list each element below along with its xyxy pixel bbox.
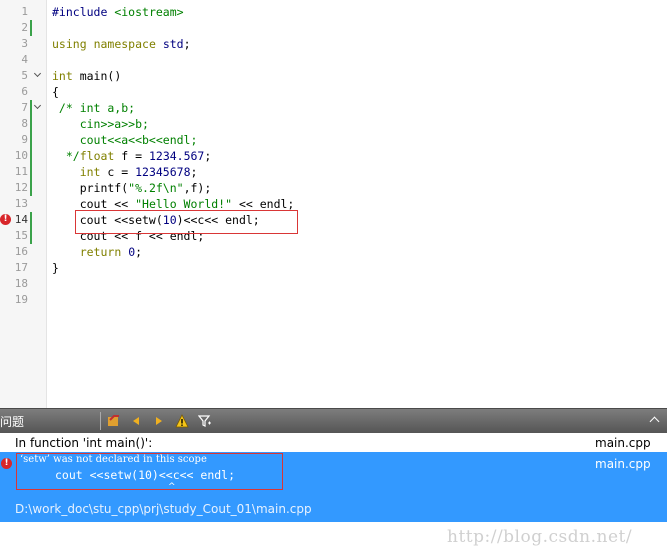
- issue-file-path: D:\work_doc\stu_cpp\prj\study_Cout_01\ma…: [15, 502, 312, 516]
- line-number: 13: [14, 197, 28, 210]
- line-number: 14: [14, 213, 28, 226]
- fold-chevron-icon[interactable]: [34, 104, 41, 111]
- change-marker: [30, 212, 32, 228]
- code-text: using namespace std;: [52, 37, 191, 51]
- code-text: printf("%.2f\n",f);: [52, 181, 212, 195]
- issues-toolbar: 问题: [0, 408, 667, 433]
- line-number: 11: [14, 165, 28, 178]
- code-line: 7 /* int a,b;: [0, 100, 667, 116]
- code-text: int c = 12345678;: [79, 165, 198, 179]
- code-line: 17 }: [0, 260, 667, 276]
- code-text: int main(): [52, 69, 122, 83]
- issue-context-text: In function 'int main()':: [15, 436, 153, 450]
- change-marker: [30, 116, 32, 132]
- line-number: 7: [21, 101, 28, 114]
- line-number: 12: [14, 181, 28, 194]
- line-number: 8: [21, 117, 28, 130]
- issue-path-row[interactable]: D:\work_doc\stu_cpp\prj\study_Cout_01\ma…: [0, 494, 667, 522]
- error-highlight-box: [75, 210, 298, 234]
- line-number: 18: [14, 277, 28, 290]
- line-number: 3: [21, 37, 28, 50]
- code-line: 18: [0, 276, 667, 292]
- issue-context-row[interactable]: In function 'int main()': main.cpp: [0, 434, 667, 452]
- code-text: #include <iostream>: [52, 5, 184, 19]
- code-text: cout<<a<<b<<endl;: [52, 133, 198, 147]
- change-marker: [30, 148, 32, 164]
- change-marker: [30, 228, 32, 244]
- change-marker: [30, 20, 32, 36]
- line-number: 19: [14, 293, 28, 306]
- code-text: /* int a,b;: [52, 101, 136, 115]
- line-number: 15: [14, 229, 28, 242]
- code-text: */float f = 1234.567;: [65, 149, 212, 163]
- line-number: 16: [14, 245, 28, 258]
- line-number: 2: [21, 21, 28, 34]
- code-line: 4: [0, 52, 667, 68]
- line-number: 10: [14, 149, 28, 162]
- code-editor[interactable]: 1 #include <iostream> 2 3 using namespac…: [0, 0, 667, 408]
- issue-file-name: main.cpp: [595, 436, 651, 450]
- next-arrow-icon[interactable]: [151, 413, 167, 429]
- panel-title: 问题: [0, 415, 25, 429]
- change-marker: [30, 132, 32, 148]
- code-line: 9 cout<<a<<b<<endl;: [0, 132, 667, 148]
- code-text: {: [52, 85, 59, 99]
- filter-icon[interactable]: [197, 413, 213, 429]
- fold-chevron-icon[interactable]: [34, 72, 41, 79]
- code-line: 16 return 0;: [0, 244, 667, 260]
- watermark: http://blog.csdn.net/: [447, 527, 633, 547]
- toolbar-separator: [100, 412, 101, 430]
- code-line: 10 */float f = 1234.567;: [0, 148, 667, 164]
- line-number: 6: [21, 85, 28, 98]
- change-marker: [30, 100, 32, 116]
- issue-file-name: main.cpp: [595, 457, 651, 471]
- code-line: 8 cin>>a>>b;: [0, 116, 667, 132]
- line-number: 5: [21, 69, 28, 82]
- code-line: 1 #include <iostream>: [0, 4, 667, 20]
- collapse-icon[interactable]: [649, 414, 661, 426]
- code-text: cin>>a>>b;: [52, 117, 149, 131]
- code-line: 6 {: [0, 84, 667, 100]
- error-highlight-box: [16, 453, 283, 490]
- line-number: 17: [14, 261, 28, 274]
- code-line: 11 int c = 12345678;: [0, 164, 667, 180]
- code-text: return 0;: [79, 245, 143, 259]
- code-line: 5 int main(): [0, 68, 667, 84]
- filter-errors-icon[interactable]: [106, 413, 122, 429]
- warning-icon[interactable]: [174, 413, 190, 429]
- error-icon: !: [1, 458, 12, 469]
- code-line: 2: [0, 20, 667, 36]
- code-line: 19: [0, 292, 667, 308]
- change-marker: [30, 164, 32, 180]
- prev-arrow-icon[interactable]: [128, 413, 144, 429]
- change-marker: [30, 180, 32, 196]
- code-text: }: [52, 261, 59, 275]
- code-line: 12 printf("%.2f\n",f);: [0, 180, 667, 196]
- line-number: 1: [21, 5, 28, 18]
- line-number: 4: [21, 53, 28, 66]
- code-line: 3 using namespace std;: [0, 36, 667, 52]
- line-number: 9: [21, 133, 28, 146]
